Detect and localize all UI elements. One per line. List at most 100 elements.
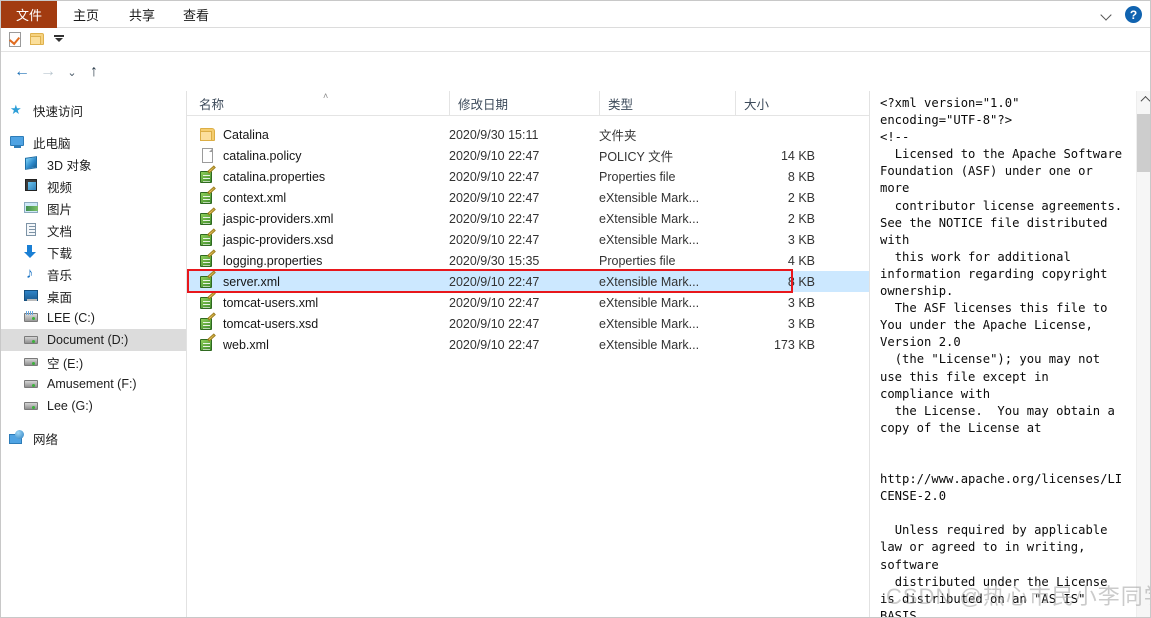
system-drive-icon [23, 310, 41, 326]
music-icon [23, 266, 41, 282]
tab-file[interactable]: 文件 [1, 1, 57, 28]
sidebar-item-lee-g[interactable]: Lee (G:) [1, 395, 186, 417]
sidebar-item-3d[interactable]: 3D 对象 [1, 153, 186, 175]
tab-home[interactable]: 主页 [61, 1, 111, 28]
sidebar-item-label: 图片 [47, 202, 73, 217]
sidebar-item-item-7[interactable]: 音乐 [1, 263, 186, 285]
file-size-cell: 3 KB [787, 232, 815, 247]
xml-file-icon [199, 206, 216, 227]
navigation-pane[interactable]: 快速访问此电脑 3D 对象视频图片文档下载音乐桌面 LEE (C:) Document… [1, 91, 187, 617]
column-header-size[interactable]: 大小 [735, 91, 815, 116]
file-type-cell: eXtensible Mark... [599, 190, 700, 205]
forward-button[interactable]: → [37, 61, 59, 83]
help-icon[interactable]: ? [1125, 6, 1142, 23]
file-name-cell[interactable]: web.xml [199, 332, 269, 353]
sidebar-item-lee-c[interactable]: LEE (C:) [1, 307, 186, 329]
sort-ascending-icon: ˄ [323, 91, 329, 101]
quick-access-toolbar [1, 28, 1150, 52]
sidebar-item-label: 快速访问 [33, 104, 84, 119]
drive-icon [23, 376, 41, 392]
table-row[interactable]: tomcat-users.xml 2020/9/10 22:47 eXtensibl… [187, 290, 869, 313]
sidebar-item-e[interactable]: 空 (E:) [1, 351, 186, 373]
column-header-name-label: 名称 [199, 98, 225, 112]
table-row[interactable]: server.xml 2020/9/10 22:47 eXtensible Mark… [187, 269, 869, 292]
sidebar-item-item-4[interactable]: 图片 [1, 197, 186, 219]
column-header-type-label: 类型 [608, 98, 634, 112]
videos-icon [23, 178, 41, 194]
file-size-cell: 14 KB [780, 148, 815, 163]
sidebar-item-label: 3D 对象 [47, 158, 92, 173]
sidebar-item-label: 桌面 [47, 290, 73, 305]
file-type-cell: eXtensible Mark... [599, 295, 700, 310]
sidebar-item-item-1[interactable]: 此电脑 [1, 131, 186, 153]
table-row[interactable]: jaspic-providers.xsd 2020/9/10 22:47 eXten… [187, 227, 869, 250]
xml-file-icon [199, 164, 216, 185]
sidebar-item-item-0[interactable]: 快速访问 [1, 99, 186, 121]
help-icon-label: ? [1129, 7, 1138, 22]
scroll-up-icon[interactable] [1137, 91, 1150, 108]
customize-dropdown-icon[interactable] [52, 32, 68, 48]
desktop-icon [23, 288, 41, 304]
file-date-cell: 2020/9/30 15:11 [449, 127, 539, 142]
file-name-cell[interactable]: jaspic-providers.xml [199, 206, 334, 227]
file-name-cell[interactable]: jaspic-providers.xsd [199, 227, 334, 248]
table-row[interactable]: web.xml 2020/9/10 22:47 eXtensible Mark...… [187, 332, 869, 355]
sidebar-item-amusement-f[interactable]: Amusement (F:) [1, 373, 186, 395]
up-button[interactable]: ↑ [83, 61, 105, 83]
sidebar-item-item-14[interactable]: 网络 [1, 427, 186, 449]
column-header-type[interactable]: 类型 [599, 91, 735, 116]
column-header-size-label: 大小 [744, 98, 770, 112]
preview-scrollbar[interactable] [1136, 91, 1150, 617]
sidebar-item-item-8[interactable]: 桌面 [1, 285, 186, 307]
file-type-cell: eXtensible Mark... [599, 232, 700, 247]
chevron-down-icon[interactable] [1099, 7, 1115, 23]
drive-icon [23, 332, 41, 348]
file-size-cell: 3 KB [787, 295, 815, 310]
table-row[interactable]: catalina.policy 2020/9/10 22:47 POLICY 文件 1… [187, 145, 869, 166]
star-icon [9, 102, 27, 118]
network-icon [9, 430, 27, 446]
properties-check-icon[interactable] [8, 32, 24, 48]
sidebar-item-item-3[interactable]: 视频 [1, 175, 186, 197]
scrollbar-thumb[interactable] [1137, 114, 1150, 172]
table-row[interactable]: tomcat-users.xsd 2020/9/10 22:47 eXtensibl… [187, 311, 869, 334]
column-header-date[interactable]: 修改日期 [449, 91, 599, 116]
file-name-label: jaspic-providers.xsd [223, 232, 334, 247]
back-button[interactable]: ← [11, 61, 33, 83]
file-name-cell[interactable]: Catalina [199, 127, 269, 143]
table-row[interactable]: logging.properties 2020/9/30 15:35 Propert… [187, 248, 869, 271]
tab-view[interactable]: 查看 [171, 1, 221, 28]
xml-file-icon [199, 269, 216, 290]
sidebar-item-item-5[interactable]: 文档 [1, 219, 186, 241]
file-name-label: jaspic-providers.xml [223, 211, 334, 226]
sidebar-item-label: Document (D:) [47, 333, 129, 347]
table-row[interactable]: jaspic-providers.xml 2020/9/10 22:47 eXten… [187, 206, 869, 229]
file-name-cell[interactable]: context.xml [199, 185, 287, 206]
file-name-cell[interactable]: catalina.properties [199, 164, 326, 185]
ribbon-right-controls: ? [1099, 1, 1148, 28]
documents-icon [23, 222, 41, 238]
file-type-cell: eXtensible Mark... [599, 211, 700, 226]
table-row[interactable]: context.xml 2020/9/10 22:47 eXtensible Mar… [187, 185, 869, 208]
recent-locations-button[interactable]: ⌄ [61, 61, 83, 83]
table-row[interactable]: Catalina 2020/9/30 15:11 文件夹 [187, 124, 869, 145]
file-name-cell[interactable]: catalina.policy [199, 147, 302, 164]
file-list-pane[interactable]: 名称 ˄ 修改日期 类型 大小 Catalina 2020/9/30 15:11 文… [187, 91, 870, 617]
sidebar-item-item-6[interactable]: 下载 [1, 241, 186, 263]
table-row[interactable]: catalina.properties 2020/9/10 22:47 Proper… [187, 164, 869, 187]
file-name-label: catalina.properties [223, 169, 326, 184]
file-name-cell[interactable]: tomcat-users.xsd [199, 311, 318, 332]
file-name-cell[interactable]: tomcat-users.xml [199, 290, 318, 311]
new-folder-icon[interactable] [30, 32, 46, 48]
sidebar-divider [1, 121, 186, 131]
sidebar-item-label: 下载 [47, 246, 73, 261]
chevron-down-icon: ⌄ [67, 66, 77, 79]
file-name-cell[interactable]: logging.properties [199, 248, 322, 269]
sidebar-item-document-d[interactable]: Document (D:) [1, 329, 186, 351]
tab-share[interactable]: 共享 [117, 1, 167, 28]
file-type-cell: eXtensible Mark... [599, 274, 700, 289]
file-name-cell[interactable]: server.xml [199, 269, 280, 290]
file-name-label: context.xml [223, 190, 287, 205]
file-type-cell: POLICY 文件 [599, 150, 674, 164]
column-header-name[interactable]: 名称 ˄ [187, 91, 449, 116]
